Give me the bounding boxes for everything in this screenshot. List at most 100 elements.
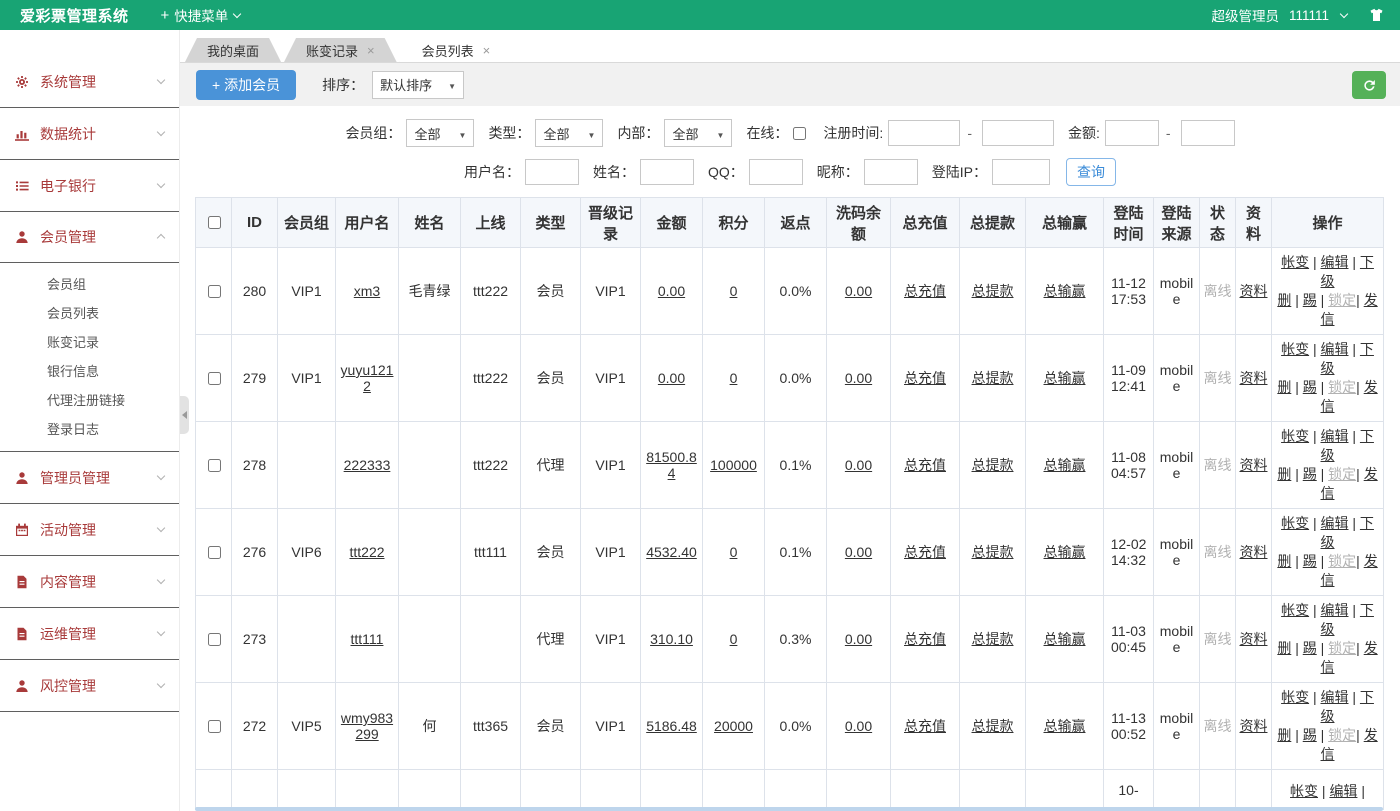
op-edit[interactable]: 编辑 — [1321, 428, 1349, 444]
op-edit[interactable]: 编辑 — [1321, 254, 1349, 270]
sidebar-collapse-handle[interactable] — [180, 396, 189, 434]
link-recharge[interactable]: 总充值 — [904, 283, 946, 299]
op-change[interactable]: 帐变 — [1281, 341, 1309, 357]
link-withdraw[interactable]: 总提款 — [972, 370, 1014, 386]
sidebar-group-header-3[interactable]: 会员管理 — [0, 212, 179, 263]
link-recharge[interactable]: 总充值 — [904, 370, 946, 386]
link-username[interactable]: wmy983299 — [341, 710, 393, 742]
op-lock[interactable]: 锁定 — [1328, 727, 1356, 743]
link-username[interactable]: ttt222 — [349, 544, 384, 560]
sidebar-subitem-3-3[interactable]: 银行信息 — [0, 357, 179, 386]
sidebar-subitem-3-1[interactable]: 会员列表 — [0, 299, 179, 328]
add-member-button[interactable]: + 添加会员 — [196, 70, 296, 100]
link-wash-balance[interactable]: 0.00 — [845, 631, 872, 647]
link-winloss[interactable]: 总输赢 — [1044, 631, 1086, 647]
reg-time-to-input[interactable] — [982, 120, 1054, 146]
op-lock[interactable]: 锁定 — [1328, 640, 1356, 656]
reg-time-from-input[interactable] — [888, 120, 960, 146]
sort-select[interactable]: 默认排序 — [372, 71, 464, 99]
op-delete[interactable]: 删 — [1277, 727, 1291, 743]
op-edit[interactable]: 编辑 — [1321, 602, 1349, 618]
sidebar-group-header-5[interactable]: 活动管理 — [0, 504, 179, 555]
link-recharge[interactable]: 总充值 — [904, 718, 946, 734]
op-kick[interactable]: 踢 — [1303, 727, 1317, 743]
horizontal-scrollbar[interactable] — [195, 807, 1383, 811]
link-wash-balance[interactable]: 0.00 — [845, 457, 872, 473]
sidebar-group-header-4[interactable]: 管理员管理 — [0, 452, 179, 503]
link-winloss[interactable]: 总输赢 — [1044, 544, 1086, 560]
sidebar-subitem-3-0[interactable]: 会员组 — [0, 270, 179, 299]
op-lock[interactable]: 锁定 — [1328, 292, 1356, 308]
sidebar-group-header-6[interactable]: 内容管理 — [0, 556, 179, 607]
link-amount[interactable]: 0.00 — [658, 370, 685, 386]
op-delete[interactable]: 删 — [1277, 553, 1291, 569]
link-amount[interactable]: 81500.84 — [646, 449, 697, 481]
row-checkbox[interactable] — [208, 720, 221, 733]
link-points[interactable]: 0 — [730, 283, 738, 299]
op-edit[interactable]: 编辑 — [1321, 515, 1349, 531]
op-lock[interactable]: 锁定 — [1328, 553, 1356, 569]
link-recharge[interactable]: 总充值 — [904, 457, 946, 473]
online-checkbox[interactable] — [793, 127, 806, 140]
topbar-user-area[interactable]: 超级管理员 111111 — [1211, 5, 1384, 25]
nickname-input[interactable] — [864, 159, 918, 185]
op-kick[interactable]: 踢 — [1303, 379, 1317, 395]
sidebar-group-header-7[interactable]: 运维管理 — [0, 608, 179, 659]
link-username[interactable]: ttt111 — [351, 631, 384, 647]
op-edit[interactable]: 编辑 — [1329, 783, 1357, 799]
op-change[interactable]: 帐变 — [1281, 515, 1309, 531]
refresh-button[interactable] — [1352, 71, 1386, 99]
link-amount[interactable]: 310.10 — [650, 631, 693, 647]
op-change[interactable]: 帐变 — [1281, 428, 1309, 444]
close-icon[interactable] — [483, 43, 491, 58]
sidebar-subitem-3-5[interactable]: 登录日志 — [0, 415, 179, 444]
link-withdraw[interactable]: 总提款 — [972, 631, 1014, 647]
sidebar-group-header-1[interactable]: 数据统计 — [0, 108, 179, 159]
row-checkbox[interactable] — [208, 285, 221, 298]
sidebar-group-header-8[interactable]: 风控管理 — [0, 660, 179, 711]
tab-my-desktop[interactable]: 我的桌面 — [185, 38, 281, 62]
link-username[interactable]: 222333 — [344, 457, 391, 473]
member-group-select[interactable]: 全部 — [406, 119, 474, 147]
link-winloss[interactable]: 总输赢 — [1044, 370, 1086, 386]
sidebar-group-header-0[interactable]: 系统管理 — [0, 56, 179, 107]
link-profile[interactable]: 资料 — [1240, 718, 1268, 734]
op-lock[interactable]: 锁定 — [1328, 379, 1356, 395]
op-delete[interactable]: 删 — [1277, 379, 1291, 395]
link-profile[interactable]: 资料 — [1240, 544, 1268, 560]
op-change[interactable]: 帐变 — [1290, 783, 1318, 799]
link-amount[interactable]: 4532.40 — [646, 544, 697, 560]
quick-menu-button[interactable]: + 快捷菜单 — [161, 5, 241, 25]
link-withdraw[interactable]: 总提款 — [972, 283, 1014, 299]
link-profile[interactable]: 资料 — [1240, 631, 1268, 647]
link-username[interactable]: yuyu1212 — [341, 362, 394, 394]
theme-shirt-icon[interactable] — [1369, 8, 1384, 22]
link-wash-balance[interactable]: 0.00 — [845, 718, 872, 734]
row-checkbox[interactable] — [208, 546, 221, 559]
qq-input[interactable] — [749, 159, 803, 185]
op-delete[interactable]: 删 — [1277, 466, 1291, 482]
link-recharge[interactable]: 总充值 — [904, 631, 946, 647]
link-winloss[interactable]: 总输赢 — [1044, 283, 1086, 299]
op-kick[interactable]: 踢 — [1303, 553, 1317, 569]
op-edit[interactable]: 编辑 — [1321, 689, 1349, 705]
link-wash-balance[interactable]: 0.00 — [845, 370, 872, 386]
link-points[interactable]: 20000 — [714, 718, 753, 734]
op-kick[interactable]: 踢 — [1303, 640, 1317, 656]
op-change[interactable]: 帐变 — [1281, 254, 1309, 270]
op-delete[interactable]: 删 — [1277, 640, 1291, 656]
link-winloss[interactable]: 总输赢 — [1044, 457, 1086, 473]
tab-member-list[interactable]: 会员列表 — [400, 38, 513, 62]
link-profile[interactable]: 资料 — [1240, 370, 1268, 386]
row-checkbox[interactable] — [208, 633, 221, 646]
op-change[interactable]: 帐变 — [1281, 602, 1309, 618]
link-withdraw[interactable]: 总提款 — [972, 544, 1014, 560]
amount-to-input[interactable] — [1181, 120, 1235, 146]
sidebar-group-header-2[interactable]: 电子银行 — [0, 160, 179, 211]
login-ip-input[interactable] — [992, 159, 1050, 185]
sidebar-subitem-3-4[interactable]: 代理注册链接 — [0, 386, 179, 415]
link-profile[interactable]: 资料 — [1240, 283, 1268, 299]
close-icon[interactable] — [367, 43, 375, 58]
tab-account-change[interactable]: 账变记录 — [284, 38, 397, 62]
op-edit[interactable]: 编辑 — [1321, 341, 1349, 357]
